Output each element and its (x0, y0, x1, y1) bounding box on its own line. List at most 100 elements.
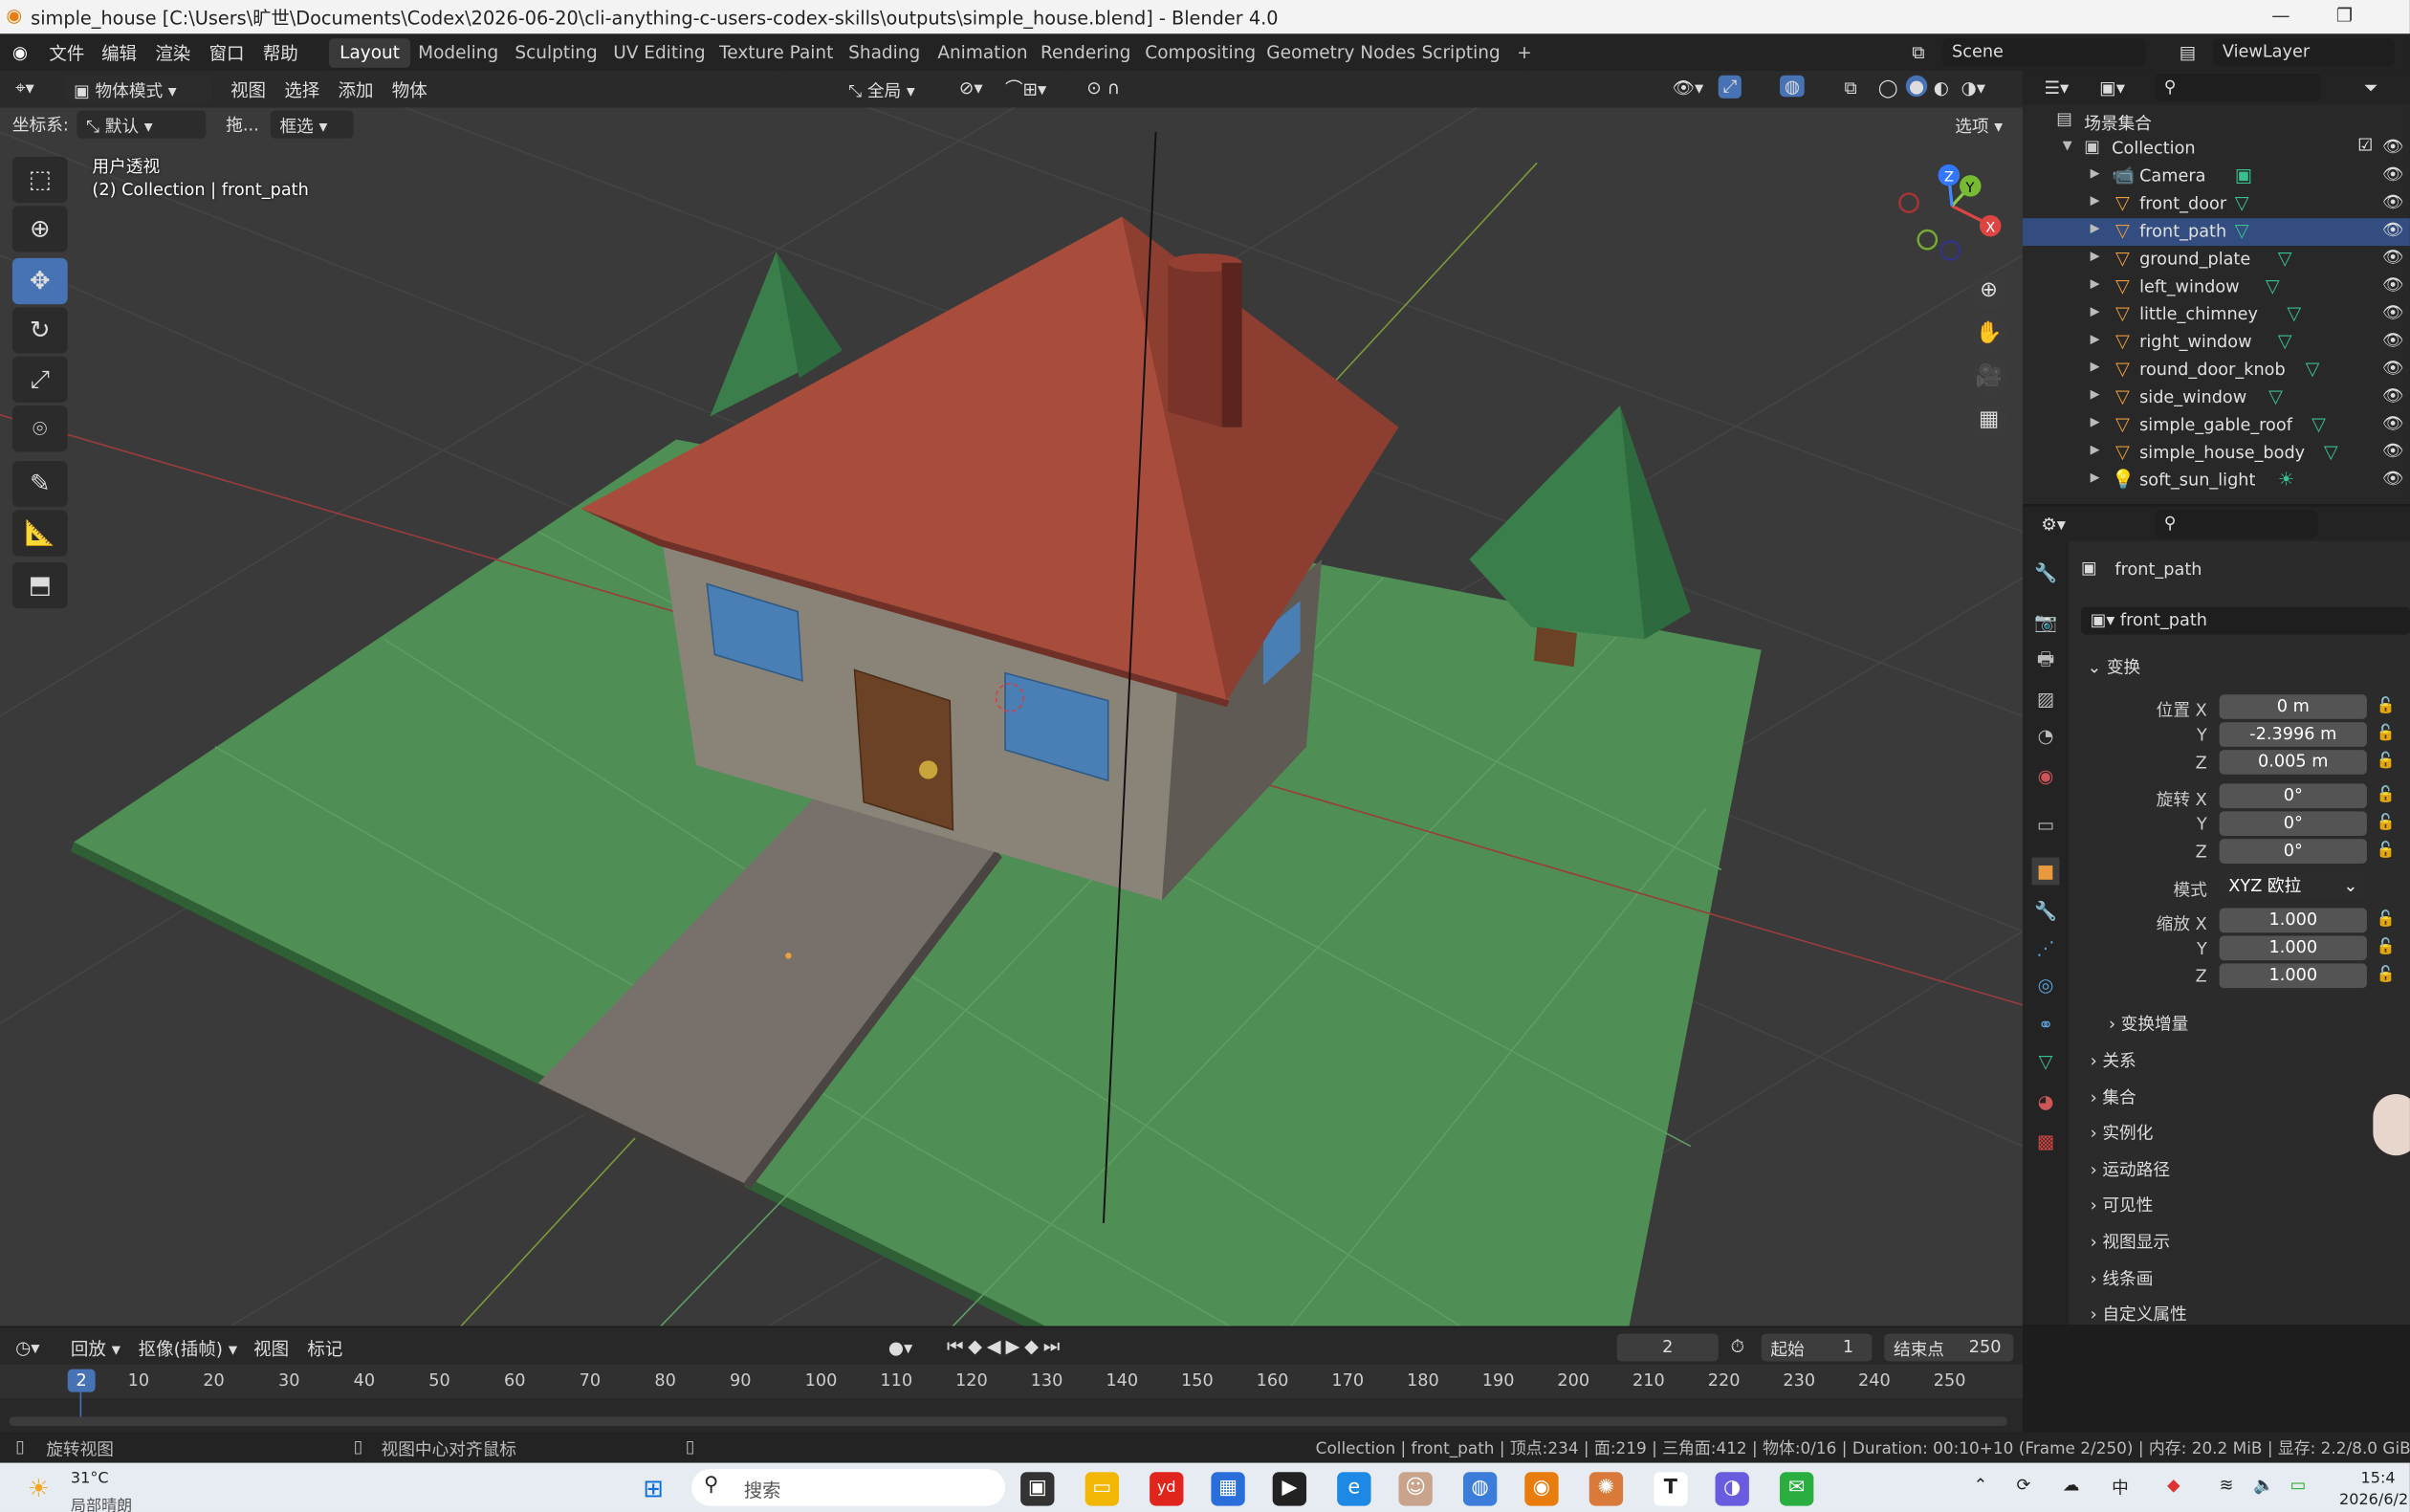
cursor-tool[interactable]: ⊕ (11, 206, 68, 252)
input-method-icon[interactable]: 中 (2112, 1475, 2129, 1500)
lock-icon[interactable]: 🔓 (2377, 842, 2396, 859)
expand-icon[interactable]: ▶ (2091, 443, 2100, 456)
expand-icon[interactable]: ▶ (2091, 387, 2100, 401)
pivot-icon[interactable]: ⊘▾ (959, 77, 983, 98)
eye-icon[interactable]: 👁 (2382, 275, 2403, 296)
eye-icon[interactable]: 👁 (2382, 248, 2403, 268)
section-header-5[interactable]: › 视图显示 (2091, 1229, 2170, 1254)
avatar-app-icon[interactable]: ☺ (1398, 1472, 1433, 1506)
transform-tool[interactable]: ⌾ (11, 405, 68, 452)
network-app-icon[interactable]: ◍ (1462, 1472, 1498, 1506)
tab-uv-editing[interactable]: UV Editing (602, 38, 716, 68)
tray-app-icon[interactable]: ◆ (2167, 1475, 2180, 1495)
maximize-icon[interactable]: ❐ (2336, 5, 2353, 26)
render-tab-icon[interactable]: 📷 (2032, 608, 2060, 636)
viewport-menu-select[interactable]: 选择 (284, 78, 319, 103)
mesh-data-icon[interactable]: ▽ (2278, 248, 2292, 269)
store-icon[interactable]: ▦ (1211, 1472, 1245, 1506)
taskbar-search[interactable]: ⚲ 搜索 (691, 1469, 1006, 1506)
playhead[interactable]: 2 (67, 1369, 96, 1392)
viewport-menu-object[interactable]: 物体 (392, 78, 427, 103)
tab-sculpting[interactable]: Sculpting (504, 38, 608, 68)
viewport-menu-view[interactable]: 视图 (230, 78, 266, 103)
preview-range-icon[interactable]: ⏱ (1731, 1335, 1744, 1358)
outliner-item-Camera[interactable]: ▶ 📹 Camera ▣ 👁 (2023, 163, 2410, 190)
edge-icon[interactable]: e (1337, 1472, 1371, 1506)
eye-icon[interactable]: 👁 (2382, 220, 2403, 240)
tool-tab-icon[interactable]: 🔧 (2032, 559, 2060, 587)
viewport-menu-add[interactable]: 添加 (339, 78, 374, 103)
section-header-7[interactable]: › 自定义属性 (2091, 1302, 2187, 1326)
tray-cloud-icon[interactable]: ☁ (2063, 1475, 2080, 1495)
solid-shading-icon[interactable]: ● (1905, 75, 1928, 98)
measure-tool[interactable]: 📐 (11, 510, 68, 557)
scene-selector[interactable]: Scene (1942, 38, 2146, 67)
menu-render[interactable]: 渲染 (155, 41, 190, 66)
expand-icon[interactable]: ▶ (2091, 249, 2100, 262)
playback-controls[interactable]: ⏮◆◀▶◆⏭ (947, 1335, 1064, 1358)
mesh-data-icon[interactable]: ▽ (2235, 220, 2249, 241)
outliner-item-front-door[interactable]: ▶ ▽ front_door ▽ 👁 (2023, 190, 2410, 218)
eye-icon[interactable]: 👁 (2382, 358, 2403, 378)
chat-app-icon[interactable]: ◑ (1715, 1472, 1749, 1506)
move-tool[interactable]: ✥ (11, 257, 68, 305)
checkbox-icon[interactable]: ☑ (2357, 135, 2373, 155)
location-y-field[interactable]: -2.3996 m (2219, 722, 2367, 747)
current-frame-field[interactable]: 2 (1616, 1333, 1719, 1362)
section-header-0[interactable]: › 关系 (2091, 1048, 2136, 1073)
add-cube-tool[interactable]: ⬒ (11, 562, 68, 609)
timeline-marker-menu[interactable]: 标记 (307, 1337, 342, 1362)
material-tab-icon[interactable]: ◕ (2032, 1088, 2060, 1116)
outliner-item-front-path[interactable]: ▶ ▽ front_path ▽ 👁 (2022, 218, 2410, 247)
volume-icon[interactable]: 🔈 (2253, 1475, 2274, 1495)
clock-date[interactable]: 2026/6/2 (2339, 1492, 2408, 1509)
tab-texture-paint[interactable]: Texture Paint (709, 38, 844, 68)
expand-icon[interactable]: ▶ (2091, 415, 2100, 428)
windows-start-icon[interactable]: ⊞ (636, 1472, 669, 1505)
outliner-item-side-window[interactable]: ▶ ▽ side_window ▽ 👁 (2023, 384, 2410, 412)
blender-menu-icon[interactable]: ◉ (12, 41, 28, 62)
outliner-search-input[interactable]: ⚲ (2155, 74, 2321, 102)
scene-render[interactable] (0, 70, 2023, 1326)
options-dropdown[interactable]: 选项 ▾ (1946, 111, 2014, 139)
wireframe-shading-icon[interactable]: ◯ (1878, 77, 1898, 98)
eye-icon[interactable]: 👁 (2382, 303, 2403, 323)
transform-section-header[interactable]: ⌄ 变换 (2087, 654, 2140, 679)
expand-icon[interactable]: ▶ (2091, 221, 2100, 234)
lock-icon[interactable]: 🔓 (2377, 939, 2396, 956)
tab-scripting[interactable]: Scripting (1411, 38, 1511, 68)
outliner-item-simple-gable-roof[interactable]: ▶ ▽ simple_gable_roof ▽ 👁 (2023, 412, 2410, 440)
properties-search-input[interactable]: ⚲ (2155, 510, 2318, 538)
drag-dropdown[interactable]: 拖... (226, 112, 259, 137)
expand-icon[interactable]: ▼ (2063, 139, 2072, 152)
media-player-icon[interactable]: ▶ (1272, 1472, 1307, 1506)
light-data-icon[interactable]: ☀ (2278, 469, 2294, 490)
section-header-4[interactable]: › 可见性 (2091, 1193, 2154, 1217)
collection-row[interactable]: ▼ ▣ Collection ☑ 👁 (2023, 135, 2410, 163)
section-header-3[interactable]: › 运动路径 (2091, 1157, 2170, 1182)
outliner-item-little-chimney[interactable]: ▶ ▽ little_chimney ▽ 👁 (2023, 301, 2410, 329)
ortho-grid-icon[interactable]: ▦ (1968, 399, 2009, 440)
playback-dropdown[interactable]: 回放 ▾ (71, 1337, 120, 1362)
rotate-tool[interactable]: ↻ (11, 307, 68, 354)
tab-geometry-nodes[interactable]: Geometry Nodes (1256, 38, 1426, 68)
scale-x-field[interactable]: 1.000 (2219, 908, 2367, 933)
outliner-item-round-door-knob[interactable]: ▶ ▽ round_door_knob ▽ 👁 (2023, 357, 2410, 384)
editor-type-icon[interactable]: ⌖▾ (15, 77, 34, 99)
weather-icon[interactable]: ☀ (28, 1474, 50, 1503)
expand-icon[interactable]: ▶ (2091, 332, 2100, 345)
tab-compositing[interactable]: Compositing (1134, 38, 1266, 68)
tab-animation[interactable]: Animation (927, 38, 1039, 68)
youdao-icon[interactable]: yd (1150, 1472, 1184, 1506)
object-name-field[interactable]: ▣▾ front_path (2081, 606, 2410, 635)
tray-sync-icon[interactable]: ⟳ (2017, 1475, 2031, 1495)
battery-icon[interactable]: ▭ (2290, 1475, 2307, 1495)
scale-tool[interactable]: ⤢ (11, 356, 68, 403)
timeline-view-menu[interactable]: 视图 (253, 1337, 289, 1362)
outliner-item-soft-sun-light[interactable]: ▶ 💡 soft_sun_light ☀ 👁 (2023, 467, 2410, 494)
location-x-field[interactable]: 0 m (2219, 694, 2367, 719)
mesh-data-icon[interactable]: ▽ (2306, 358, 2320, 379)
expand-icon[interactable]: ▶ (2091, 166, 2100, 180)
weather-desc[interactable]: 局部晴朗 (71, 1492, 132, 1512)
eye-icon[interactable]: 👁 (2382, 469, 2403, 489)
